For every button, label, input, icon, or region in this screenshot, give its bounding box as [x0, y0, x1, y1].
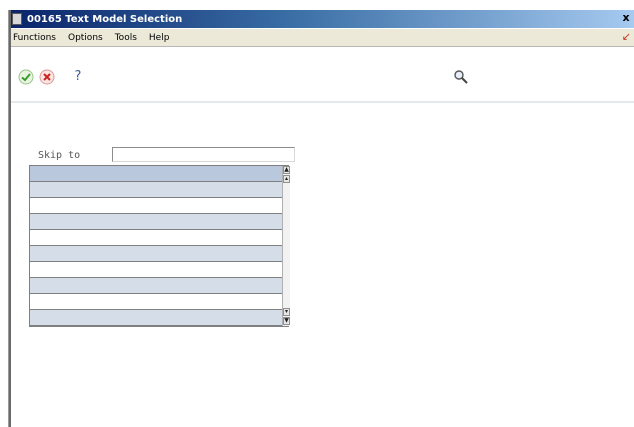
menu-help[interactable]: Help: [149, 33, 170, 43]
table-row[interactable]: [30, 198, 288, 214]
help-button[interactable]: ?: [70, 69, 86, 85]
table-row[interactable]: [30, 214, 288, 230]
window-title: 00165 Text Model Selection: [27, 13, 183, 25]
form-area: Skip to ▲ ▴ ▾ ▼: [9, 103, 634, 427]
menu-functions[interactable]: Functions: [13, 33, 56, 43]
find-button[interactable]: [453, 69, 469, 85]
toolbar: ?: [9, 47, 634, 103]
scroll-up-icon[interactable]: ▴: [283, 175, 290, 183]
menu-options[interactable]: Options: [68, 33, 103, 43]
menu-bar: Functions Options Tools Help ↙: [9, 29, 634, 47]
ok-button[interactable]: [18, 69, 34, 85]
skip-to-input[interactable]: [112, 147, 295, 162]
cancel-button[interactable]: [39, 69, 55, 85]
scroll-top-icon[interactable]: ▲: [283, 166, 290, 174]
scroll-down-icon[interactable]: ▾: [283, 308, 290, 316]
table-row[interactable]: [30, 310, 288, 326]
title-bar: 00165 Text Model Selection x: [9, 10, 634, 28]
skip-to-label: Skip to: [38, 150, 81, 161]
grid-scrollbar[interactable]: ▲ ▴ ▾ ▼: [282, 166, 290, 326]
magnifier-icon: [454, 70, 468, 84]
table-row[interactable]: [30, 166, 288, 182]
table-row[interactable]: [30, 294, 288, 310]
detail-grid: [29, 165, 289, 327]
close-button[interactable]: x: [619, 11, 633, 25]
scroll-bottom-icon[interactable]: ▼: [283, 317, 290, 325]
table-row[interactable]: [30, 182, 288, 198]
table-row[interactable]: [30, 262, 288, 278]
x-circle-icon: [39, 69, 55, 85]
table-row[interactable]: [30, 230, 288, 246]
window-border: [9, 10, 11, 427]
table-row[interactable]: [30, 246, 288, 262]
menu-tools[interactable]: Tools: [115, 33, 137, 43]
application-window: 00165 Text Model Selection x Functions O…: [8, 10, 634, 427]
app-icon: [12, 13, 22, 25]
restore-icon[interactable]: ↙: [622, 31, 631, 43]
table-row[interactable]: [30, 278, 288, 294]
checkmark-icon: [18, 69, 34, 85]
